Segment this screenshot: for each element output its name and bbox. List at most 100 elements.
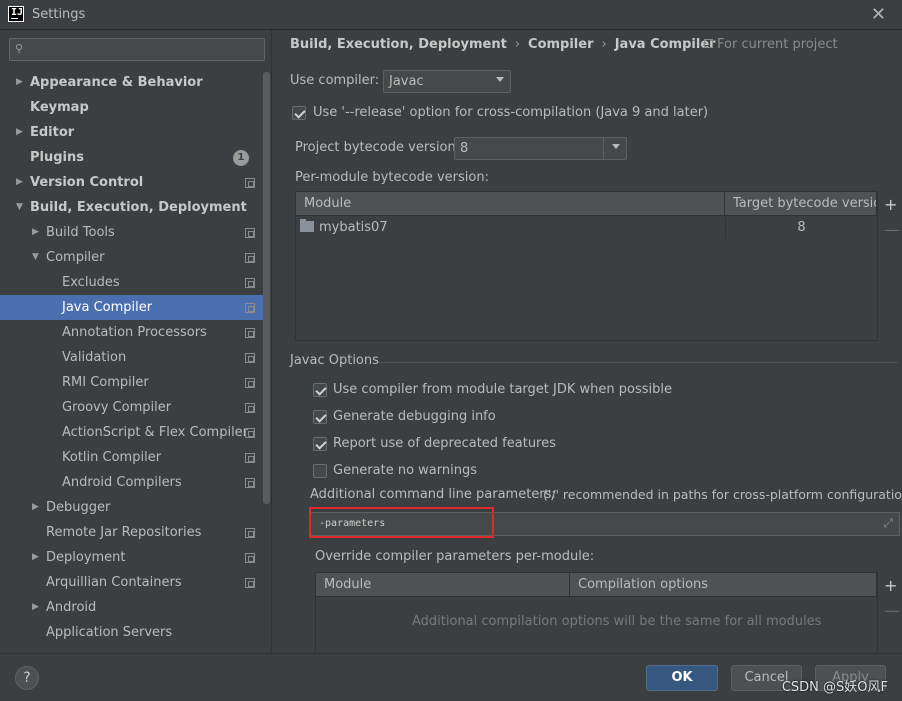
sidebar-item-editor[interactable]: ▶ Editor [0,120,263,145]
sidebar-item-label: Build, Execution, Deployment [30,200,247,215]
option-checkbox[interactable] [313,437,327,451]
sidebar-item-label: Android Compilers [62,475,182,490]
option-label: Report use of deprecated features [333,436,556,451]
sidebar-item-rmi-compiler[interactable]: RMI Compiler [0,370,263,395]
additional-params-hint: ('/' recommended in paths for cross-plat… [543,487,902,502]
sidebar-item-label: Debugger [46,500,111,515]
settings-search[interactable]: ⚲ [9,38,265,61]
project-scope-icon [245,453,255,463]
project-scope-icon [245,403,255,413]
sidebar-item-appearance[interactable]: ▶ Appearance & Behavior [0,70,263,95]
use-compiler-label: Use compiler: [290,73,380,88]
use-compiler-value: Javac [389,74,424,89]
version-cell[interactable]: 8 [725,217,877,239]
close-icon[interactable]: ✕ [871,4,886,25]
sidebar-item-label: Remote Jar Repositories [46,525,202,540]
sidebar-item-label: Excludes [62,275,120,290]
breadcrumb: Build, Execution, Deployment › Compiler › Ja… [290,37,716,52]
sidebar-item-android-compilers[interactable]: Android Compilers [0,470,263,495]
column-header-module[interactable]: Module [296,192,725,216]
sidebar-item-excludes[interactable]: Excludes [0,270,263,295]
chevron-right-icon[interactable]: ▶ [16,170,23,195]
chevron-right-icon[interactable]: ▶ [32,220,39,245]
project-scope-icon [245,228,255,238]
sidebar-item-label: Keymap [30,100,89,115]
sidebar-item-label: ActionScript & Flex Compiler [62,425,249,440]
sidebar-item-label: Deployment [46,550,126,565]
sidebar-item-arquillian-containers[interactable]: Arquillian Containers [0,570,263,595]
empty-table-message: Additional compilation options will be t… [412,614,822,629]
chevron-right-icon[interactable]: ▶ [16,120,23,145]
sidebar-item-build-tools[interactable]: ▶ Build Tools [0,220,263,245]
plugins-update-badge: 1 [233,150,249,166]
chevron-right-icon[interactable]: ▶ [32,595,39,620]
project-scope-icon [704,39,713,48]
search-icon: ⚲ [15,42,24,55]
project-bytecode-label: Project bytecode version: [295,140,461,155]
add-module-button[interactable]: + [884,195,897,214]
sidebar-item-kotlin-compiler[interactable]: Kotlin Compiler [0,445,263,470]
column-header-compilation-options[interactable]: Compilation options [570,573,877,597]
module-bytecode-table[interactable]: Module Target bytecode version mybatis07… [295,191,878,341]
sidebar-item-label: Android [46,600,97,615]
chevron-down-icon[interactable]: ▼ [16,195,23,220]
sidebar-scrollbar[interactable] [263,72,270,504]
sidebar-item-validation[interactable]: Validation [0,345,263,370]
sidebar-item-plugins[interactable]: Plugins 1 [0,145,263,170]
help-button[interactable]: ? [15,666,39,690]
window-title: Settings [32,7,86,22]
sidebar-item-label: RMI Compiler [62,375,149,390]
sidebar-item-annotation-processors[interactable]: Annotation Processors [0,320,263,345]
sidebar-item-groovy-compiler[interactable]: Groovy Compiler [0,395,263,420]
chevron-down-icon[interactable]: ▼ [32,245,39,270]
search-input[interactable] [34,41,259,58]
chevron-right-icon[interactable]: ▶ [16,70,23,95]
sidebar-item-label: Appearance & Behavior [30,75,203,90]
chevron-right-icon[interactable]: ▶ [32,495,39,520]
module-cell: mybatis07 [300,217,725,239]
sidebar-item-actionscript-flex-compiler[interactable]: ActionScript & Flex Compiler [0,420,263,445]
project-scope-icon [245,378,255,388]
sidebar-item-deployment[interactable]: ▶ Deployment [0,545,263,570]
breadcrumb-separator: › [514,37,521,52]
sidebar-item-version-control[interactable]: ▶ Version Control [0,170,263,195]
chevron-right-icon[interactable]: ▶ [32,545,39,570]
option-checkbox[interactable] [313,383,327,397]
additional-params-label: Additional command line parameters: [310,487,556,502]
ok-button[interactable]: OK [646,665,718,691]
sidebar-item-compiler[interactable]: ▼ Compiler [0,245,263,270]
sidebar-item-application-servers[interactable]: Application Servers [0,620,263,645]
use-compiler-select[interactable]: Javac [383,70,511,93]
sidebar-item-remote-jar-repositories[interactable]: Remote Jar Repositories [0,520,263,545]
sidebar-item-debugger[interactable]: ▶ Debugger [0,495,263,520]
remove-module-button[interactable]: — [884,220,900,239]
module-name: mybatis07 [319,220,388,235]
sidebar-item-keymap[interactable]: Keymap [0,95,263,120]
sidebar-item-build-execution-deployment[interactable]: ▼ Build, Execution, Deployment [0,195,263,220]
project-scope-icon [245,278,255,288]
chevron-down-icon [612,144,620,149]
add-override-button[interactable]: + [884,576,897,595]
column-header-target-version[interactable]: Target bytecode version [725,192,877,216]
project-scope-icon [245,428,255,438]
column-header-module[interactable]: Module [316,573,570,597]
sidebar-item-label: Plugins [30,150,84,165]
option-checkbox[interactable] [313,464,327,478]
release-option-checkbox[interactable] [292,106,306,120]
sidebar-item-label: Application Servers [46,625,173,640]
project-scope-icon [245,578,255,588]
remove-override-button[interactable]: — [884,601,900,620]
option-label: Generate debugging info [333,409,496,424]
per-module-label: Per-module bytecode version: [295,170,489,185]
sidebar-item-java-compiler[interactable]: Java Compiler [0,295,263,320]
sidebar-item-label: Compiler [46,250,105,265]
expand-icon[interactable]: ⤢ [883,516,893,531]
settings-sidebar: ⚲ ▶ Appearance & Behavior Keymap ▶ Edito… [0,30,272,653]
override-table[interactable]: Module Compilation options Additional co… [315,572,878,653]
sidebar-item-android[interactable]: ▶ Android [0,595,263,620]
project-bytecode-value: 8 [460,141,469,156]
for-current-project-note: For current project [704,37,838,52]
dialog-footer: ? OK Cancel Apply CSDN @S妖O风F [0,653,902,701]
option-checkbox[interactable] [313,410,327,424]
project-bytecode-select[interactable]: 8 [454,137,627,160]
